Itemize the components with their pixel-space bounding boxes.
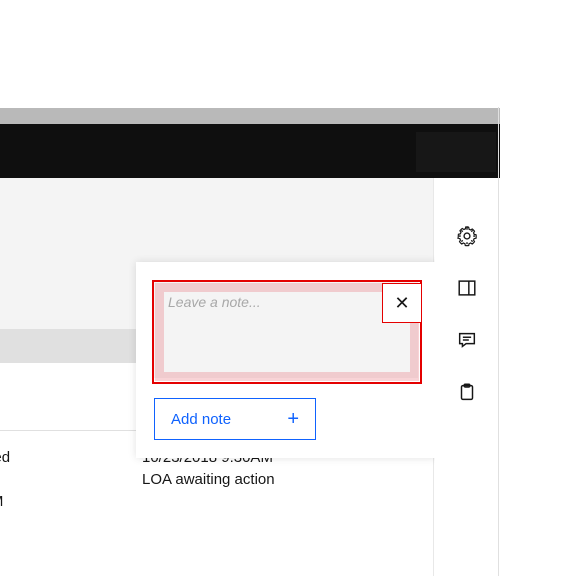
activity-entry-left-line1: created [0,449,10,466]
close-note-button[interactable]: ✕ [382,283,422,323]
rail-panel[interactable] [435,262,499,314]
add-note-label: Add note [171,411,231,428]
viewport-right-edge [498,107,499,576]
add-note-button[interactable]: Add note + [154,398,316,440]
activity-status: LOA awaiting action [142,469,402,491]
side-panel-icon [456,277,478,299]
close-icon: ✕ [394,293,409,314]
right-rail [435,178,499,576]
activity-entry-left-line3: :30AM [0,493,3,510]
rail-settings[interactable] [435,210,499,262]
rail-task[interactable] [435,366,499,418]
activity-entry-left: created n on :30AM [0,447,120,512]
rail-comment[interactable] [435,314,499,366]
browser-chrome-band [0,108,500,124]
gear-icon [456,225,478,247]
chat-icon [456,329,478,351]
header-button-region[interactable] [416,132,496,172]
plus-icon: + [287,408,299,431]
note-textarea[interactable] [154,280,418,378]
clipboard-icon [456,381,478,403]
